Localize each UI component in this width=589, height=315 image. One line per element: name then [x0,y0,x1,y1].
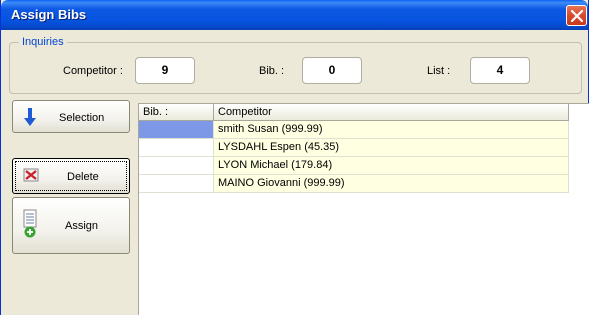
bib-cell[interactable] [139,139,214,157]
table-row[interactable]: MAINO Giovanni (999.99) [139,175,569,193]
selection-button[interactable]: Selection [12,100,130,133]
title-bar[interactable]: Assign Bibs [1,0,588,30]
competitor-label: Competitor : [63,65,123,77]
inquiries-legend: Inquiries [19,36,67,48]
competitor-cell[interactable]: MAINO Giovanni (999.99) [214,175,569,193]
table-row[interactable]: smith Susan (999.99) [139,121,569,139]
competitor-cell[interactable]: LYON Michael (179.84) [214,157,569,175]
assign-bibs-window: Assign Bibs Inquiries Competitor : 9 Bib… [0,0,589,315]
bib-label: Bib. : [259,65,285,77]
column-header-competitor[interactable]: Competitor [214,104,569,121]
delete-x-icon [23,168,39,182]
list-add-icon [23,209,37,238]
bib-cell[interactable] [139,157,214,175]
list-count-field: 4 [470,57,530,84]
delete-button-label: Delete [67,171,99,183]
column-header-bib[interactable]: Bib. : [139,104,214,121]
assign-button[interactable]: Assign [12,197,130,254]
table-row[interactable]: LYON Michael (179.84) [139,157,569,175]
bib-cell[interactable] [139,121,214,139]
grid-header: Bib. : Competitor [139,104,569,121]
competitor-cell[interactable]: LYSDAHL Espen (45.35) [214,139,569,157]
close-button[interactable] [566,5,587,26]
bibs-grid[interactable]: Bib. : Competitor smith Susan (999.99) L… [138,103,589,315]
bib-count-field: 0 [302,57,362,84]
window-title: Assign Bibs [11,7,87,22]
delete-button[interactable]: Delete [12,158,130,194]
close-icon [571,10,583,22]
competitor-count-field: 9 [135,57,195,84]
arrow-down-icon [24,108,36,126]
assign-button-label: Assign [65,220,99,232]
selection-button-label: Selection [59,112,105,124]
table-row[interactable]: LYSDAHL Espen (45.35) [139,139,569,157]
competitor-cell[interactable]: smith Susan (999.99) [214,121,569,139]
list-label: List : [427,65,451,77]
bib-cell[interactable] [139,175,214,193]
